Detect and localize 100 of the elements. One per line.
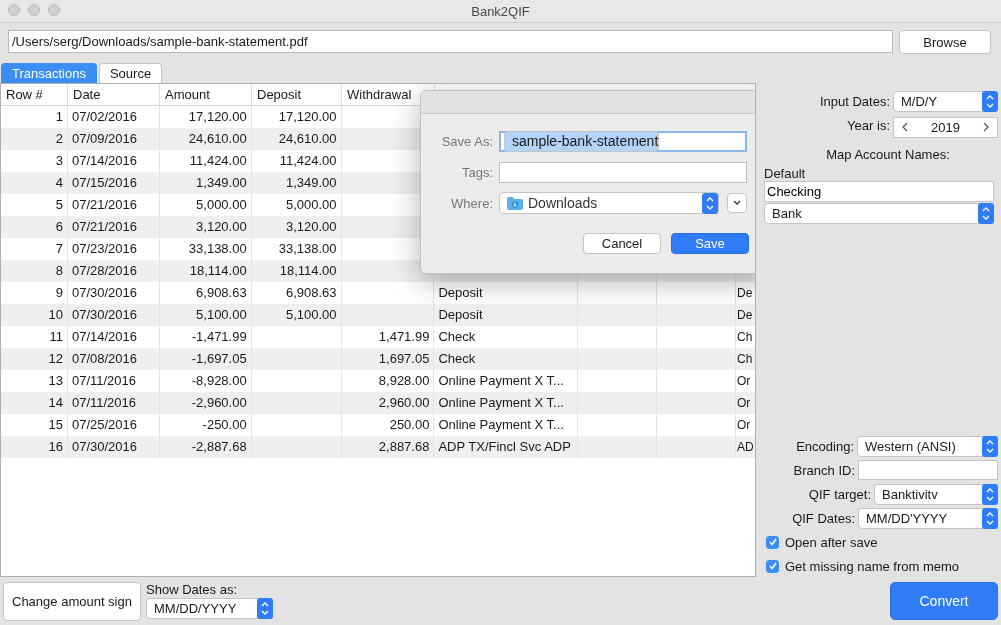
browse-button[interactable]: Browse xyxy=(899,30,991,54)
where-label: Where: xyxy=(450,195,493,211)
table-cell: Online Payment X T... xyxy=(438,373,564,388)
table-cell: Online Payment X T... xyxy=(438,395,564,410)
table-cell: 3 xyxy=(55,153,63,168)
table-cell: AD xyxy=(737,440,754,454)
table-cell: 18,114.00 xyxy=(189,263,247,278)
table-cell: 14 xyxy=(48,395,63,410)
table-cell: 12 xyxy=(48,351,63,366)
table-cell: 2,960.00 xyxy=(378,395,430,410)
table-cell: Deposit xyxy=(438,285,483,300)
table-cell: 6,908.63 xyxy=(285,285,337,300)
table-cell: 07/09/2016 xyxy=(71,131,137,146)
table-cell: 07/14/2016 xyxy=(71,153,137,168)
column-header[interactable]: Amount xyxy=(160,84,252,105)
encoding-select[interactable]: Western (ANSI) xyxy=(857,435,998,457)
checkbox-label: Get missing name from memo xyxy=(785,558,960,574)
table-cell: 1 xyxy=(55,109,63,124)
chevron-right-icon[interactable] xyxy=(983,122,989,132)
qif-dates-select[interactable]: MM/DD'YYYY xyxy=(858,507,998,529)
table-cell: Or xyxy=(737,374,751,388)
table-cell: 8 xyxy=(55,263,63,278)
table-cell: 11,424.00 xyxy=(189,153,247,168)
file-path-field[interactable]: /Users/serg/Downloads/sample-bank-statement.pdf xyxy=(8,30,893,53)
chevron-up-down-icon xyxy=(257,598,273,619)
chevron-up-down-icon xyxy=(982,483,998,505)
minimize-button[interactable] xyxy=(28,4,40,16)
chevron-left-icon[interactable] xyxy=(902,122,908,132)
table-cell: 5,000.00 xyxy=(196,197,247,212)
branch-id-field[interactable] xyxy=(858,460,998,480)
input-dates-label: Input Dates: xyxy=(819,93,890,109)
table-cell: 07/14/2016 xyxy=(71,329,137,344)
table-cell: Check xyxy=(438,351,476,366)
table-cell: Or xyxy=(737,418,751,432)
tab[interactable]: Source xyxy=(98,63,163,83)
table-cell: 07/21/2016 xyxy=(71,219,137,234)
save-as-label: Save As: xyxy=(440,133,493,149)
table-cell: -250.00 xyxy=(202,417,247,432)
table-cell: 5,100.00 xyxy=(196,307,247,322)
table-cell: Ch xyxy=(737,352,753,366)
table-cell: 2 xyxy=(55,131,63,146)
table-cell: 16 xyxy=(48,439,63,454)
where-select[interactable]: Downloads xyxy=(499,192,719,214)
table-cell: 07/15/2016 xyxy=(71,175,137,190)
table-cell: 2,887.68 xyxy=(378,439,430,454)
tags-label: Tags: xyxy=(460,164,493,180)
table-cell: 8,928.00 xyxy=(378,373,430,388)
table-cell: 07/02/2016 xyxy=(71,109,137,124)
table-cell: 11,424.00 xyxy=(279,153,337,168)
table-cell: 1,471.99 xyxy=(378,329,430,344)
column-header[interactable]: Date xyxy=(68,84,160,105)
year-stepper[interactable]: 2019 xyxy=(893,116,998,138)
table-cell: 07/30/2016 xyxy=(71,439,137,454)
table-cell: 11 xyxy=(49,329,63,344)
checkbox[interactable] xyxy=(766,535,779,549)
save-button[interactable]: Save xyxy=(671,233,749,254)
chevron-up-down-icon xyxy=(982,507,998,529)
checkbox[interactable] xyxy=(766,559,779,573)
table-cell: 33,138.00 xyxy=(188,241,247,256)
table-cell: 07/28/2016 xyxy=(71,263,137,278)
column-header[interactable]: Deposit xyxy=(252,84,342,105)
chevron-up-down-icon xyxy=(702,192,718,214)
table-cell: -8,928.00 xyxy=(191,373,247,388)
table-cell: Online Payment X T... xyxy=(438,417,564,432)
table-cell: 5,100.00 xyxy=(285,307,337,322)
account-type-select[interactable]: Bank xyxy=(764,203,994,224)
qif-target-label: QIF target: xyxy=(808,486,871,502)
tags-field[interactable] xyxy=(499,161,747,183)
table-cell: De xyxy=(737,286,753,300)
table-cell: Check xyxy=(438,329,476,344)
zoom-button[interactable] xyxy=(48,4,60,16)
encoding-label: Encoding: xyxy=(796,438,854,454)
window-title: Bank2QIF xyxy=(471,3,530,19)
table-cell: 33,138.00 xyxy=(278,241,337,256)
convert-button[interactable]: Convert xyxy=(890,582,998,620)
branch-id-label: Branch ID: xyxy=(793,462,855,478)
account-name-field[interactable]: Checking xyxy=(764,181,994,202)
save-as-field[interactable]: sample-bank-statement xyxy=(499,130,747,152)
table-cell: 1,349.00 xyxy=(196,175,247,190)
input-dates-select[interactable]: M/D/Y xyxy=(893,90,998,112)
table-cell: 07/21/2016 xyxy=(71,197,137,212)
folder-icon xyxy=(507,196,523,210)
show-dates-select[interactable]: MM/DD/YYYY xyxy=(146,598,273,619)
change-amount-sign-button[interactable]: Change amount sign xyxy=(3,582,141,621)
table-cell: 17,120.00 xyxy=(188,109,247,124)
expand-button[interactable] xyxy=(727,193,747,213)
table-cell: 3,120.00 xyxy=(196,219,247,234)
cancel-button[interactable]: Cancel xyxy=(583,233,661,254)
column-header[interactable]: Row # xyxy=(1,84,68,105)
map-account-names-label: Map Account Names: xyxy=(826,147,950,162)
table-cell: ADP TX/Fincl Svc ADP xyxy=(438,439,571,454)
table-cell: 07/23/2016 xyxy=(71,241,137,256)
table-cell: 18,114.00 xyxy=(279,263,337,278)
table-cell: Deposit xyxy=(438,307,483,322)
table-cell: 07/30/2016 xyxy=(71,285,137,300)
table-cell: 5,000.00 xyxy=(285,197,337,212)
chevron-up-down-icon xyxy=(982,435,998,457)
chevron-down-icon xyxy=(732,200,742,206)
qif-target-select[interactable]: Banktivitv xyxy=(874,483,998,505)
close-button[interactable] xyxy=(8,4,20,16)
